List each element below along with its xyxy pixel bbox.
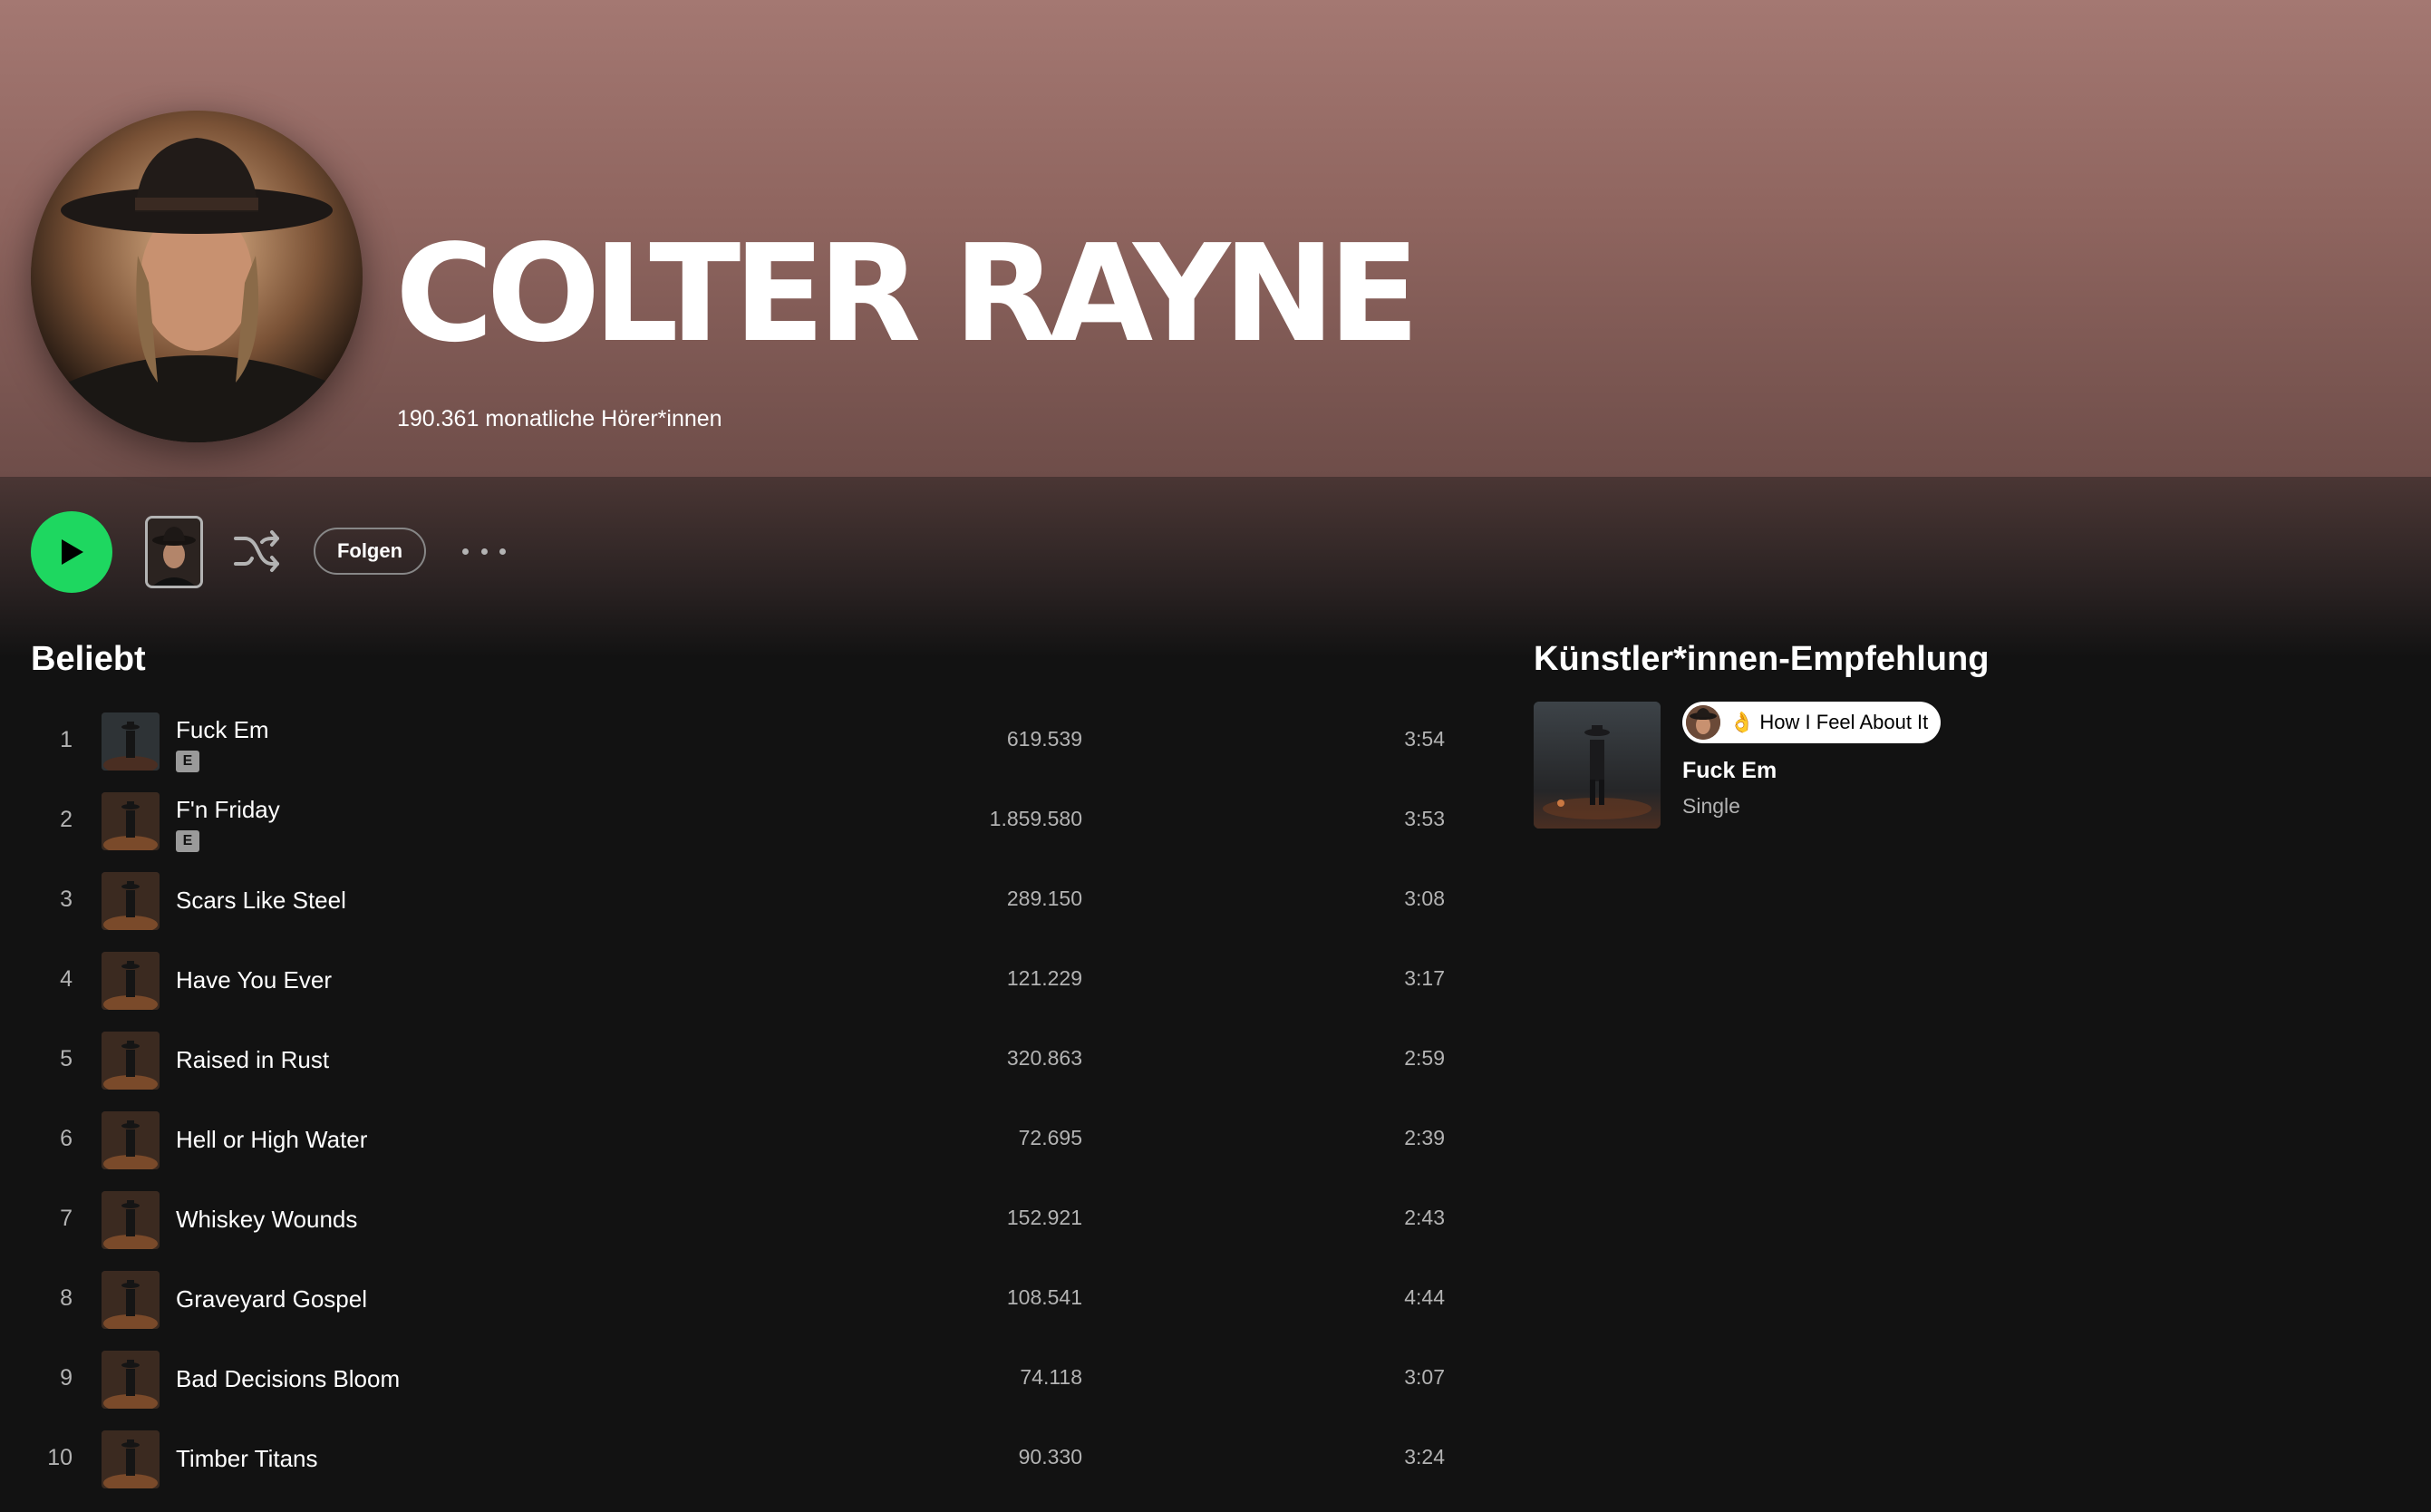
shuffle-button[interactable]	[232, 528, 281, 573]
more-options-button[interactable]	[462, 535, 506, 567]
track-cover	[102, 1351, 160, 1409]
recommended-release-cover[interactable]	[1534, 702, 1661, 829]
track-title[interactable]: Bad Decisions Bloom	[176, 1365, 400, 1393]
track-number: 2	[60, 807, 73, 832]
track-cover	[102, 952, 160, 1010]
track-row[interactable]: 4 Have You Ever 121.229 3:17	[31, 945, 1445, 1017]
monthly-listeners: 190.361 monatliche Hörer*innen	[397, 406, 722, 431]
recommended-release-title[interactable]: Fuck Em	[1682, 758, 1777, 784]
track-row[interactable]: 10 Timber Titans 90.330 3:24	[31, 1423, 1445, 1496]
track-row[interactable]: 1 Fuck Em E 619.539 3:54	[31, 705, 1445, 778]
recommendation-section-title: Künstler*innen-Empfehlung	[1534, 640, 1990, 678]
ok-hand-emoji: 👌	[1729, 711, 1755, 733]
artist-name: COLTER RAYNE	[395, 216, 1419, 372]
track-cover	[102, 1271, 160, 1329]
track-duration: 3:07	[1404, 1365, 1445, 1389]
track-row[interactable]: 5 Raised in Rust 320.863 2:59	[31, 1024, 1445, 1097]
track-title[interactable]: Timber Titans	[176, 1445, 318, 1473]
track-number: 5	[60, 1046, 73, 1071]
track-title[interactable]: Graveyard Gospel	[176, 1285, 367, 1313]
track-number: 8	[60, 1285, 73, 1311]
track-cover	[102, 1111, 160, 1169]
play-button[interactable]	[31, 511, 112, 593]
track-duration: 4:44	[1404, 1285, 1445, 1309]
track-cover	[102, 872, 160, 930]
track-number: 7	[60, 1206, 73, 1231]
track-number: 9	[60, 1365, 73, 1391]
track-number: 10	[47, 1445, 73, 1470]
track-row[interactable]: 7 Whiskey Wounds 152.921 2:43	[31, 1184, 1445, 1256]
track-cover	[102, 792, 160, 850]
track-play-count: 72.695	[1018, 1126, 1082, 1149]
track-title[interactable]: Whiskey Wounds	[176, 1206, 357, 1234]
track-play-count: 108.541	[1006, 1285, 1082, 1309]
popular-section-title: Beliebt	[31, 640, 146, 678]
recommended-release-type: Single	[1682, 794, 1740, 818]
play-icon	[62, 539, 83, 565]
track-play-count: 152.921	[1006, 1206, 1082, 1229]
track-row[interactable]: 2 F'n Friday E 1.859.580 3:53	[31, 785, 1445, 858]
track-play-count: 74.118	[1020, 1365, 1082, 1389]
track-title[interactable]: F'n Friday	[176, 796, 280, 824]
track-duration: 3:17	[1404, 966, 1445, 990]
track-play-count: 121.229	[1006, 966, 1082, 990]
track-cover	[102, 1191, 160, 1249]
recommendation-comment-text: How I Feel About It	[1759, 711, 1929, 733]
track-row[interactable]: 6 Hell or High Water 72.695 2:39	[31, 1104, 1445, 1177]
track-cover	[102, 1032, 160, 1090]
track-duration: 2:39	[1404, 1126, 1445, 1149]
track-title[interactable]: Raised in Rust	[176, 1046, 329, 1074]
track-play-count: 1.859.580	[989, 807, 1082, 830]
more-options-icon	[462, 548, 469, 555]
artist-pick-thumbnail[interactable]	[145, 516, 203, 588]
track-number: 4	[60, 966, 73, 992]
recommendation-comment-pill[interactable]: 👌 How I Feel About It	[1682, 702, 1942, 743]
track-play-count: 619.539	[1006, 727, 1082, 751]
track-number: 3	[60, 887, 73, 912]
track-cover	[102, 712, 160, 771]
follow-button[interactable]: Folgen	[314, 528, 426, 575]
track-title[interactable]: Scars Like Steel	[176, 887, 346, 915]
more-options-icon	[499, 548, 506, 555]
track-number: 6	[60, 1126, 73, 1151]
track-row[interactable]: 3 Scars Like Steel 289.150 3:08	[31, 865, 1445, 937]
track-play-count: 320.863	[1006, 1046, 1082, 1070]
track-row[interactable]: 9 Bad Decisions Bloom 74.118 3:07	[31, 1343, 1445, 1416]
track-duration: 3:24	[1404, 1445, 1445, 1468]
track-play-count: 289.150	[1006, 887, 1082, 910]
track-duration: 2:59	[1404, 1046, 1445, 1070]
explicit-badge: E	[176, 830, 199, 852]
track-cover	[102, 1430, 160, 1488]
track-row[interactable]: 8 Graveyard Gospel 108.541 4:44	[31, 1264, 1445, 1336]
track-play-count: 90.330	[1018, 1445, 1082, 1468]
more-options-icon	[480, 548, 488, 555]
track-title[interactable]: Fuck Em	[176, 716, 269, 744]
explicit-badge: E	[176, 751, 199, 772]
shuffle-icon	[234, 530, 279, 572]
track-title[interactable]: Hell or High Water	[176, 1126, 367, 1154]
track-duration: 3:53	[1404, 807, 1445, 830]
track-duration: 2:43	[1404, 1206, 1445, 1229]
artist-avatar	[31, 111, 363, 442]
track-title[interactable]: Have You Ever	[176, 966, 332, 994]
track-duration: 3:54	[1404, 727, 1445, 751]
track-duration: 3:08	[1404, 887, 1445, 910]
track-number: 1	[60, 727, 73, 752]
artist-mini-avatar	[1686, 705, 1720, 740]
